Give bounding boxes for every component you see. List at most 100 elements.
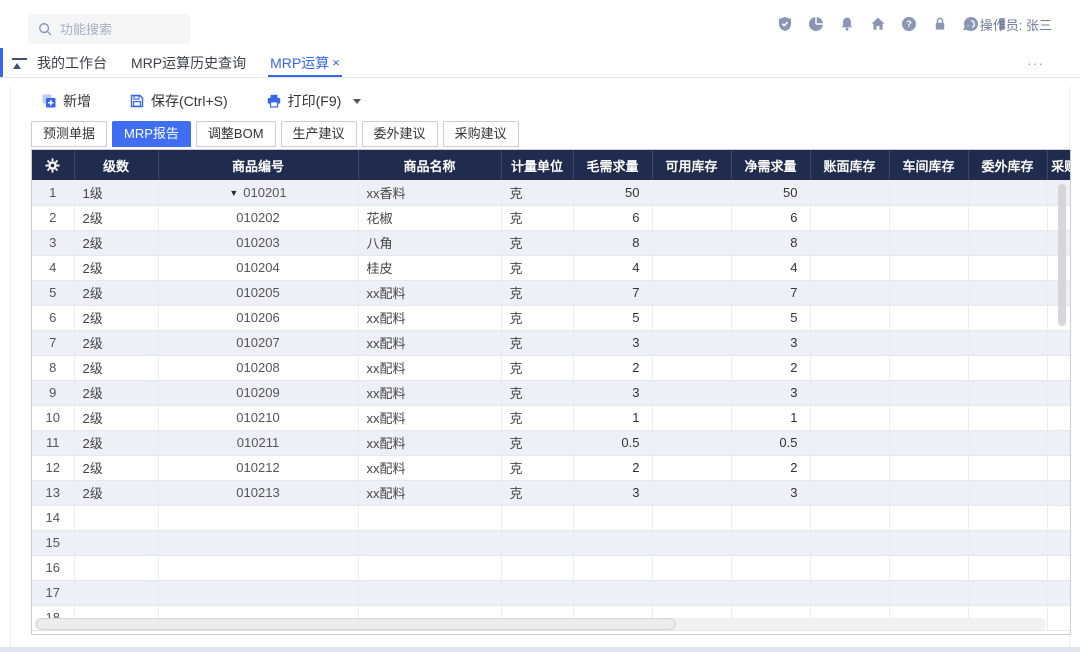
code-cell[interactable]: 010212	[158, 455, 358, 480]
table-row[interactable]: 11级▼010201xx香料克5050	[32, 180, 1071, 205]
pie-chart-icon[interactable]	[807, 16, 824, 33]
net-demand-cell[interactable]: 3	[731, 380, 810, 405]
code-cell[interactable]: 010210	[158, 405, 358, 430]
available-stock-cell[interactable]	[652, 330, 731, 355]
table-row[interactable]: 62级010206xx配料克55	[32, 305, 1071, 330]
book-stock-cell[interactable]	[810, 455, 889, 480]
subtab-1[interactable]: 预测单据	[31, 121, 107, 147]
purchase-order-cell[interactable]	[1047, 605, 1071, 630]
book-stock-cell[interactable]	[810, 505, 889, 530]
book-stock-cell[interactable]	[810, 355, 889, 380]
unit-cell[interactable]: 克	[501, 205, 573, 230]
workshop-stock-cell[interactable]	[889, 430, 968, 455]
row-number-cell[interactable]: 5	[32, 280, 74, 305]
row-number-cell[interactable]: 6	[32, 305, 74, 330]
available-stock-cell[interactable]	[652, 205, 731, 230]
outsource-stock-cell[interactable]	[968, 330, 1047, 355]
gross-demand-cell[interactable]: 8	[573, 230, 652, 255]
table-row[interactable]: 17	[32, 580, 1071, 605]
book-stock-cell[interactable]	[810, 555, 889, 580]
name-cell[interactable]: xx配料	[358, 480, 501, 505]
code-cell[interactable]: 010208	[158, 355, 358, 380]
subtab-4[interactable]: 生产建议	[281, 121, 357, 147]
row-number-cell[interactable]: 10	[32, 405, 74, 430]
gross-demand-cell[interactable]: 3	[573, 480, 652, 505]
unit-cell[interactable]: 克	[501, 230, 573, 255]
column-header-2[interactable]: 商品编号	[158, 150, 358, 180]
search-input[interactable]	[60, 22, 160, 37]
horizontal-scrollbar[interactable]	[34, 618, 1046, 630]
outsource-stock-cell[interactable]	[968, 280, 1047, 305]
workshop-stock-cell[interactable]	[889, 505, 968, 530]
name-cell[interactable]: xx香料	[358, 180, 501, 205]
workshop-stock-cell[interactable]	[889, 405, 968, 430]
available-stock-cell[interactable]	[652, 355, 731, 380]
unit-cell[interactable]	[501, 555, 573, 580]
tabbar-tab-2[interactable]: MRP运算历史查询	[131, 48, 246, 77]
outsource-stock-cell[interactable]	[968, 380, 1047, 405]
workshop-stock-cell[interactable]	[889, 580, 968, 605]
code-cell[interactable]: 010206	[158, 305, 358, 330]
code-cell[interactable]	[158, 505, 358, 530]
unit-cell[interactable]: 克	[501, 330, 573, 355]
function-search-box[interactable]	[28, 14, 190, 44]
code-cell[interactable]	[158, 555, 358, 580]
book-stock-cell[interactable]	[810, 330, 889, 355]
available-stock-cell[interactable]	[652, 480, 731, 505]
row-number-cell[interactable]: 1	[32, 180, 74, 205]
workshop-stock-cell[interactable]	[889, 555, 968, 580]
lock-icon[interactable]	[931, 16, 948, 33]
purchase-order-cell[interactable]	[1047, 430, 1071, 455]
unit-cell[interactable]: 克	[501, 380, 573, 405]
workshop-stock-cell[interactable]	[889, 480, 968, 505]
column-header-6[interactable]: 可用库存	[652, 150, 731, 180]
column-header-9[interactable]: 车间库存	[889, 150, 968, 180]
net-demand-cell[interactable]	[731, 505, 810, 530]
name-cell[interactable]	[358, 555, 501, 580]
purchase-order-cell[interactable]	[1047, 555, 1071, 580]
table-row[interactable]: 72级010207xx配料克33	[32, 330, 1071, 355]
level-cell[interactable]: 2级	[74, 330, 158, 355]
gross-demand-cell[interactable]	[573, 580, 652, 605]
book-stock-cell[interactable]	[810, 280, 889, 305]
home-icon[interactable]	[869, 16, 886, 33]
name-cell[interactable]: xx配料	[358, 305, 501, 330]
gross-demand-cell[interactable]	[573, 555, 652, 580]
subtab-5[interactable]: 委外建议	[362, 121, 438, 147]
gross-demand-cell[interactable]	[573, 505, 652, 530]
workshop-stock-cell[interactable]	[889, 230, 968, 255]
workshop-stock-cell[interactable]	[889, 280, 968, 305]
unit-cell[interactable]: 克	[501, 480, 573, 505]
column-header-1[interactable]: 级数	[74, 150, 158, 180]
tabs-collapse-button[interactable]	[12, 48, 27, 77]
available-stock-cell[interactable]	[652, 455, 731, 480]
available-stock-cell[interactable]	[652, 505, 731, 530]
row-number-cell[interactable]: 17	[32, 580, 74, 605]
net-demand-cell[interactable]: 6	[731, 205, 810, 230]
row-number-cell[interactable]: 2	[32, 205, 74, 230]
outsource-stock-cell[interactable]	[968, 530, 1047, 555]
help-icon[interactable]: ?	[900, 16, 917, 33]
book-stock-cell[interactable]	[810, 180, 889, 205]
outsource-stock-cell[interactable]	[968, 205, 1047, 230]
level-cell[interactable]: 2级	[74, 405, 158, 430]
outsource-stock-cell[interactable]	[968, 405, 1047, 430]
gross-demand-cell[interactable]: 5	[573, 305, 652, 330]
column-header-7[interactable]: 净需求量	[731, 150, 810, 180]
code-cell[interactable]: ▼010201	[158, 180, 358, 205]
net-demand-cell[interactable]: 1	[731, 405, 810, 430]
table-row[interactable]: 92级010209xx配料克33	[32, 380, 1071, 405]
name-cell[interactable]: xx配料	[358, 430, 501, 455]
purchase-order-cell[interactable]	[1047, 530, 1071, 555]
purchase-order-cell[interactable]	[1047, 355, 1071, 380]
level-cell[interactable]: 2级	[74, 280, 158, 305]
net-demand-cell[interactable]: 3	[731, 330, 810, 355]
subtab-6[interactable]: 采购建议	[443, 121, 519, 147]
outsource-stock-cell[interactable]	[968, 555, 1047, 580]
name-cell[interactable]: xx配料	[358, 355, 501, 380]
expand-caret-icon[interactable]: ▼	[229, 188, 238, 198]
net-demand-cell[interactable]	[731, 530, 810, 555]
row-number-cell[interactable]: 15	[32, 530, 74, 555]
code-cell[interactable]	[158, 580, 358, 605]
purchase-order-cell[interactable]	[1047, 380, 1071, 405]
